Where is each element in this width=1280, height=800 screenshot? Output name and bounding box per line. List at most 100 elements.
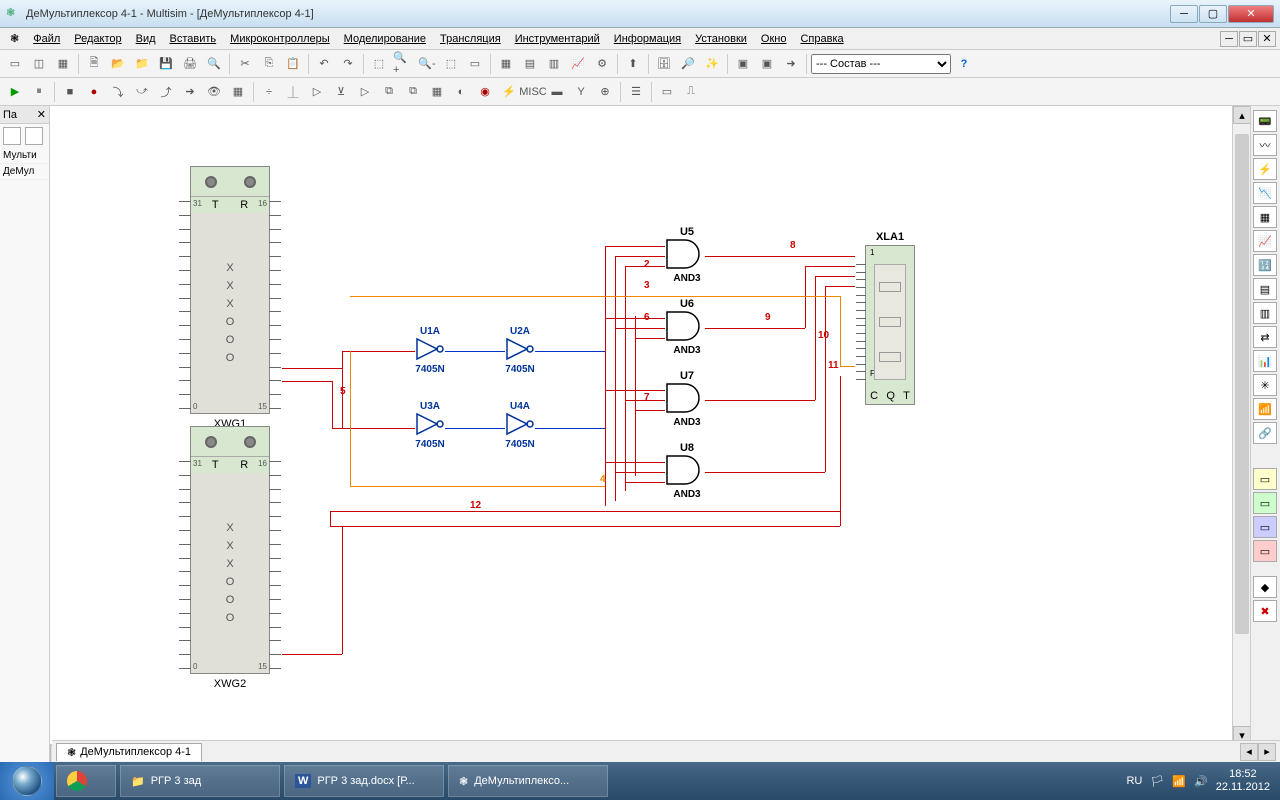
src-analog-icon[interactable]: ▷ <box>354 81 376 103</box>
preview-icon[interactable]: 🔍 <box>203 53 225 75</box>
tray-volume-icon[interactable]: 🔊 <box>1194 775 1208 788</box>
minimize-button[interactable]: ─ <box>1170 5 1198 23</box>
comp-db-icon[interactable]: 🗄 <box>653 53 675 75</box>
step-to-icon[interactable]: ➔ <box>179 81 201 103</box>
instr-spectrum-icon[interactable]: 📶 <box>1253 398 1277 420</box>
netlist-icon[interactable]: ▥ <box>543 53 565 75</box>
toolbox-item-mux[interactable]: Мульти <box>0 148 49 164</box>
breakpoint-icon[interactable]: ● <box>83 81 105 103</box>
scroll-up-icon[interactable]: ▴ <box>1233 106 1250 124</box>
close-button[interactable]: ✕ <box>1228 5 1274 23</box>
undo-icon[interactable]: ↶ <box>313 53 335 75</box>
comp-wizard-icon[interactable]: ✨ <box>701 53 723 75</box>
step-into-icon[interactable]: ⤵ <box>107 81 129 103</box>
toolbox-view2-icon[interactable] <box>25 127 43 145</box>
taskbar-chrome[interactable] <box>56 765 116 797</box>
help-icon[interactable]: ? <box>953 53 975 75</box>
instr-multimeter-icon[interactable]: 📟 <box>1253 110 1277 132</box>
instr-labview-icon[interactable]: ◆ <box>1253 576 1277 598</box>
start-button[interactable] <box>0 762 54 800</box>
open2-icon[interactable]: 📁 <box>131 53 153 75</box>
src-misc-digital-icon[interactable]: ▦ <box>426 81 448 103</box>
menu-trans[interactable]: Трансляция <box>434 31 507 47</box>
step-out-icon[interactable]: ⤴ <box>155 81 177 103</box>
sheet-icon[interactable]: ▦ <box>495 53 517 75</box>
zoom-fit-icon[interactable]: ⬚ <box>368 53 390 75</box>
component-xwg2[interactable]: 31 16 0 15 TR XXX OOO <box>190 426 270 674</box>
place-hier-icon[interactable]: ▭ <box>656 81 678 103</box>
instr-wattmeter-icon[interactable]: ⚡ <box>1253 158 1277 180</box>
component-u2a[interactable] <box>505 337 535 361</box>
tray-clock[interactable]: 18:52 22.11.2012 <box>1216 768 1270 794</box>
step-over-icon[interactable]: ⤻ <box>131 81 153 103</box>
menu-file[interactable]: Файл <box>27 31 66 47</box>
export-icon[interactable]: ➜ <box>780 53 802 75</box>
copy-icon[interactable]: ⎘ <box>258 53 280 75</box>
instr-agilent-mm-icon[interactable]: ▭ <box>1253 492 1277 514</box>
src-cmos-icon[interactable]: ⧉ <box>402 81 424 103</box>
instr-probe-icon[interactable]: ✖ <box>1253 600 1277 622</box>
src-indicator-icon[interactable]: ◉ <box>474 81 496 103</box>
component-xla1[interactable]: 1 F CQT <box>865 245 915 405</box>
toolbox-view1-icon[interactable] <box>3 127 21 145</box>
mdi-close[interactable]: ✕ <box>1258 31 1276 47</box>
instr-agilent-fgen-icon[interactable]: ▭ <box>1253 468 1277 490</box>
menu-help[interactable]: Справка <box>794 31 849 47</box>
stop-icon[interactable]: ■ <box>59 81 81 103</box>
view-detail-icon[interactable]: ▦ <box>52 53 74 75</box>
document-tab[interactable]: ❃ ДеМультиплексор 4-1 <box>56 743 202 761</box>
postproc-icon[interactable]: ⚙ <box>591 53 613 75</box>
src-power-icon[interactable]: ⚡ <box>498 81 520 103</box>
paste-icon[interactable]: 📋 <box>282 53 304 75</box>
toolbox-close-icon[interactable]: ✕ <box>37 108 46 121</box>
menu-setup[interactable]: Установки <box>689 31 753 47</box>
taskbar-multisim[interactable]: ❃ДеМультиплексо... <box>448 765 608 797</box>
tab-scroll-right-icon[interactable]: ▸ <box>1258 743 1276 761</box>
maximize-button[interactable]: ▢ <box>1199 5 1227 23</box>
src-transistor-icon[interactable]: ⊻ <box>330 81 352 103</box>
new-icon[interactable]: 🗎 <box>83 53 105 75</box>
instr-logicanalyzer-icon[interactable]: ▥ <box>1253 302 1277 324</box>
open-icon[interactable]: 📂 <box>107 53 129 75</box>
menu-model[interactable]: Моделирование <box>338 31 432 47</box>
print-icon[interactable]: 🖨 <box>179 53 201 75</box>
menu-view[interactable]: Вид <box>130 31 162 47</box>
mdi-restore[interactable]: ▭ <box>1239 31 1257 47</box>
taskbar-word[interactable]: WРГР 3 зад.docx [Р... <box>284 765 444 797</box>
compose-select[interactable]: --- Состав --- <box>811 54 951 74</box>
tray-network-icon[interactable]: 📶 <box>1172 775 1186 788</box>
menu-insert[interactable]: Вставить <box>164 31 223 47</box>
src-ground-icon[interactable]: ⏊ <box>282 81 304 103</box>
menu-instr[interactable]: Инструментарий <box>509 31 606 47</box>
tab-scroll-left-icon[interactable]: ◂ <box>1240 743 1258 761</box>
src-rf-icon[interactable]: Y <box>570 81 592 103</box>
instr-freqcounter-icon[interactable]: 🔢 <box>1253 254 1277 276</box>
taskbar-folder[interactable]: 📁РГР 3 зад <box>120 765 280 797</box>
component-u4a[interactable] <box>505 412 535 436</box>
place-junction-icon[interactable]: ⎍ <box>680 81 702 103</box>
memory-icon[interactable]: ▦ <box>227 81 249 103</box>
instr-bode-icon[interactable]: 📈 <box>1253 230 1277 252</box>
src-misc-icon[interactable]: MISC <box>522 81 544 103</box>
menu-info[interactable]: Информация <box>608 31 687 47</box>
tray-lang[interactable]: RU <box>1126 775 1142 787</box>
parent-icon[interactable]: ⬆ <box>622 53 644 75</box>
src-advanced-icon[interactable]: ▬ <box>546 81 568 103</box>
cut-icon[interactable]: ✂ <box>234 53 256 75</box>
component-u6[interactable] <box>665 310 709 342</box>
instr-ivanalyzer-icon[interactable]: 📊 <box>1253 350 1277 372</box>
component-xwg1[interactable]: 31 16 0 15 TR XXX OOO <box>190 166 270 414</box>
tray-flag-icon[interactable]: 🏳 <box>1150 775 1164 788</box>
src-mixed-icon[interactable]: ◐ <box>450 81 472 103</box>
spreadsheet-icon[interactable]: ▤ <box>519 53 541 75</box>
mdi-minimize[interactable]: ─ <box>1220 31 1238 47</box>
src-electro-icon[interactable]: ⊕ <box>594 81 616 103</box>
component-u1a[interactable] <box>415 337 445 361</box>
zoom-in-icon[interactable]: 🔍+ <box>392 53 414 75</box>
src-ttl-icon[interactable]: ⧉ <box>378 81 400 103</box>
component-u5[interactable] <box>665 238 709 270</box>
instr-wordgen-icon[interactable]: ▤ <box>1253 278 1277 300</box>
view-split-icon[interactable]: ◫ <box>28 53 50 75</box>
component-u7[interactable] <box>665 382 709 414</box>
instr-network-icon[interactable]: 🔗 <box>1253 422 1277 444</box>
